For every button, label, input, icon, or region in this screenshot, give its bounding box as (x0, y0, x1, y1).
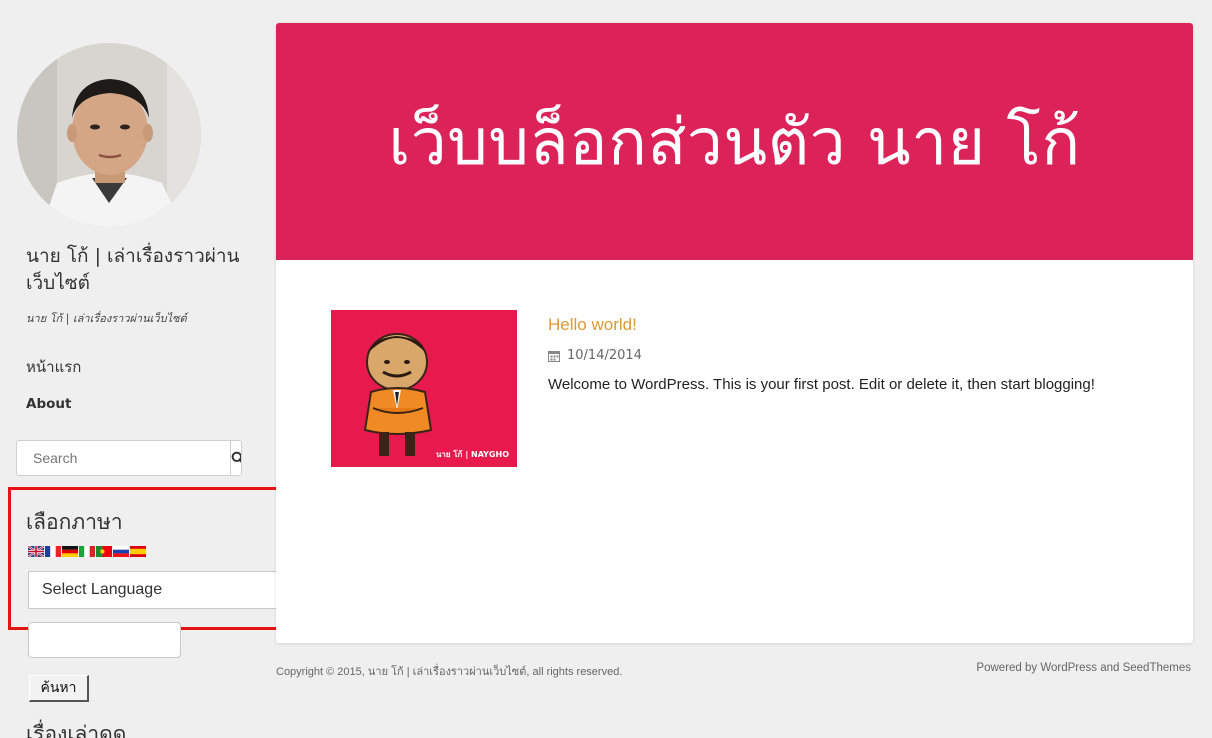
post-excerpt: Welcome to WordPress. This is your first… (548, 376, 1095, 393)
sidebar-heading: เรื่องเล่าดูด (26, 722, 127, 738)
search-icon (231, 451, 241, 463)
banner-title[interactable]: เว็บบล็อกส่วนตัว นาย โก้ (388, 91, 1080, 193)
site-title[interactable]: นาย โก้ | เล่าเรื่องราวผ่านเว็บไซต์ (26, 243, 256, 297)
footer-copyright: Copyright © 2015, นาย โก้ | เล่าเรื่องรา… (276, 666, 623, 678)
avatar[interactable] (17, 43, 201, 227)
sidebar-nav: หน้าแรก About (26, 355, 81, 412)
search-input[interactable] (17, 441, 230, 475)
nav-item-about[interactable]: About (26, 396, 81, 412)
language-flags (28, 546, 146, 557)
thumbnail-watermark: นาย โก้ | NAYGHO (435, 450, 509, 459)
language-select-value: Select Language (42, 581, 163, 598)
post-title-link[interactable]: Hello world! (548, 315, 1138, 335)
site-tagline: นาย โก้ | เล่าเรื่องราวผ่านเว็บไซต์ (26, 312, 187, 325)
post-date: 10/14/2014 (548, 348, 1138, 363)
calendar-icon (548, 350, 560, 362)
text-input[interactable] (28, 622, 181, 658)
flag-portuguese-icon[interactable] (96, 546, 112, 557)
flag-italian-icon[interactable] (79, 546, 95, 557)
language-widget-title: เลือกภาษา (26, 510, 123, 534)
flag-french-icon[interactable] (45, 546, 61, 557)
post-thumbnail[interactable]: นาย โก้ | NAYGHO (331, 310, 517, 467)
header-banner: เว็บบล็อกส่วนตัว นาย โก้ (276, 23, 1193, 260)
post-body: Hello world! 10/14/2014 Welcome to WordP… (548, 315, 1138, 396)
main-content: เว็บบล็อกส่วนตัว นาย โก้ นาย โก้ | NAYGH… (276, 23, 1193, 643)
sidebar: นาย โก้ | เล่าเรื่องราวผ่านเว็บไซต์ นาย … (0, 0, 342, 738)
search-form (16, 440, 242, 476)
flag-russian-icon[interactable] (113, 546, 129, 557)
search-button[interactable] (230, 441, 241, 475)
footer-powered-by[interactable]: Powered by WordPress and SeedThemes (976, 662, 1191, 674)
flag-english-icon[interactable] (28, 546, 44, 557)
language-select[interactable]: Select Language (28, 571, 302, 609)
flag-spanish-icon[interactable] (130, 546, 146, 557)
flag-german-icon[interactable] (62, 546, 78, 557)
nav-item-home[interactable]: หน้าแรก (26, 355, 81, 379)
post-date-text: 10/14/2014 (567, 348, 642, 363)
find-button[interactable]: ค้นหา (29, 675, 89, 702)
